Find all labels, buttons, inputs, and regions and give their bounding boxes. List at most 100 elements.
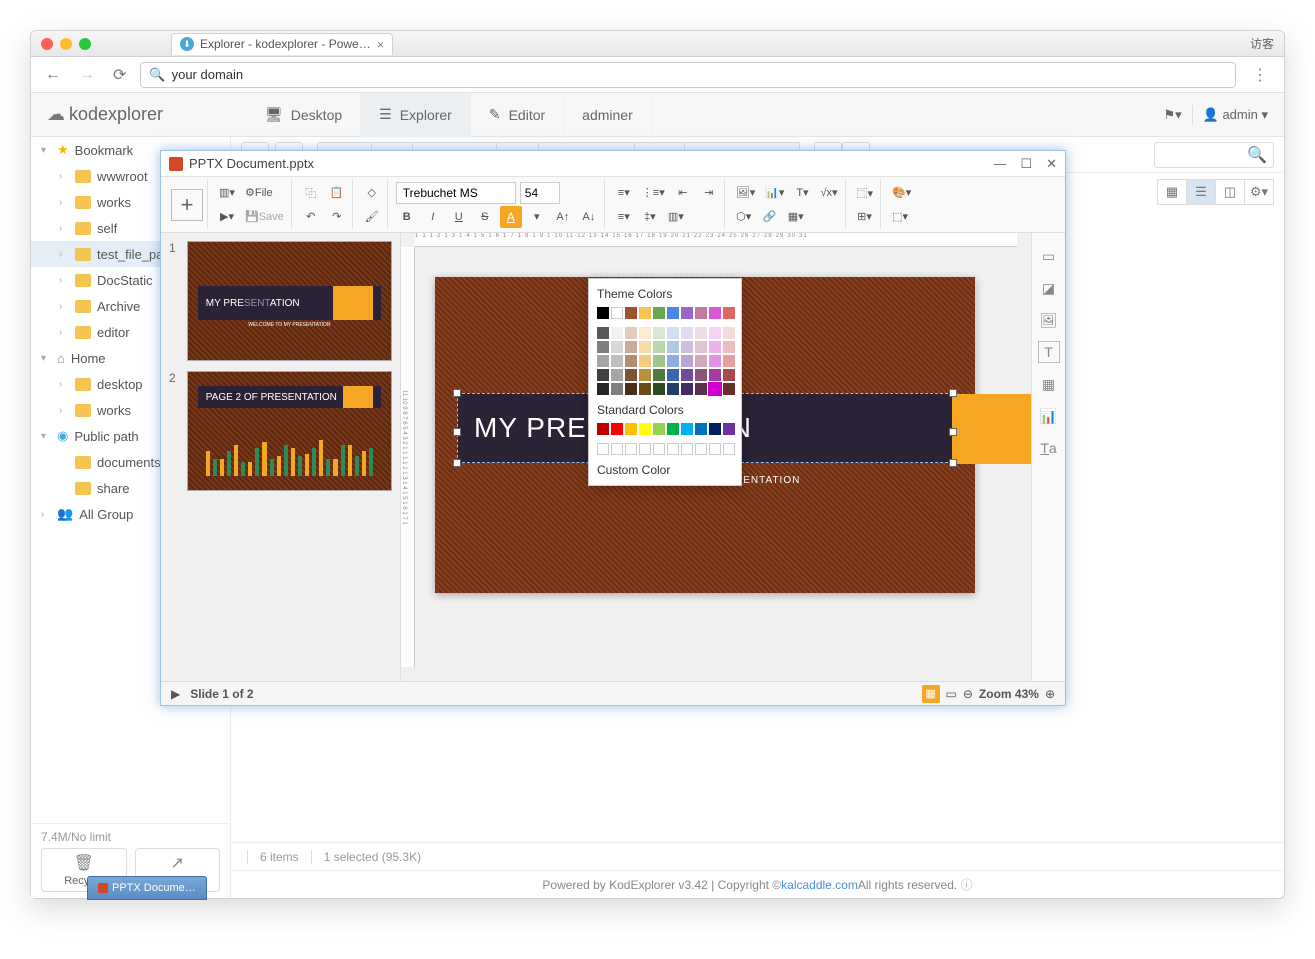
fit-width-icon[interactable]: ▭ [946, 687, 957, 701]
clear-format-icon[interactable]: ◇ [361, 182, 383, 204]
color-swatch[interactable] [709, 327, 721, 339]
fit-slide-icon[interactable]: ▦ [922, 685, 940, 703]
italic-button[interactable]: I [422, 206, 444, 228]
color-swatch[interactable] [611, 341, 623, 353]
color-swatch[interactable] [639, 369, 651, 381]
forward-button[interactable]: → [75, 66, 99, 84]
color-swatch[interactable] [681, 341, 693, 353]
color-swatch[interactable] [695, 355, 707, 367]
url-input[interactable]: 🔍 your domain [140, 62, 1236, 88]
color-swatch[interactable] [611, 355, 623, 367]
strike-button[interactable]: S [474, 206, 496, 228]
minimize-window-icon[interactable] [60, 38, 72, 50]
color-swatch[interactable] [681, 383, 693, 395]
link-icon[interactable]: 🔗 [759, 206, 781, 228]
align-obj-icon[interactable]: ⊞▾ [854, 206, 876, 228]
color-swatch[interactable] [653, 307, 665, 319]
shape-settings-icon[interactable]: ◪ [1038, 277, 1060, 299]
add-slide-button[interactable]: + [171, 189, 203, 221]
color-swatch[interactable] [667, 369, 679, 381]
color-swatch[interactable] [667, 443, 679, 455]
slide-settings-icon[interactable]: ▭ [1038, 245, 1060, 267]
table-settings-icon[interactable]: ▦ [1038, 373, 1060, 395]
color-swatch[interactable] [653, 341, 665, 353]
redo-icon[interactable]: ↷ [326, 206, 348, 228]
color-swatch[interactable] [639, 383, 651, 395]
color-swatch[interactable] [639, 355, 651, 367]
columns-icon[interactable]: ▥▾ [665, 206, 687, 228]
line-spacing-icon[interactable]: ‡▾ [639, 206, 661, 228]
color-swatch[interactable] [681, 327, 693, 339]
color-swatch[interactable] [667, 307, 679, 319]
color-swatch[interactable] [625, 341, 637, 353]
text-settings-icon[interactable]: T [1038, 341, 1060, 363]
align-icon[interactable]: ≡▾ [613, 206, 635, 228]
color-swatch[interactable] [695, 327, 707, 339]
thumbnail-1[interactable]: 1 MY PRESENTATION WELCOME TO MY PRESENTA… [169, 241, 392, 361]
paste-icon[interactable]: 📋 [326, 182, 348, 204]
custom-color-button[interactable]: Custom Color [597, 463, 733, 477]
color-swatch[interactable] [639, 307, 651, 319]
color-swatch[interactable] [709, 369, 721, 381]
slide-size-icon[interactable]: ⬚▾ [889, 206, 911, 228]
indent-dec-icon[interactable]: ⇤ [672, 182, 694, 204]
play-icon[interactable]: ▶▾ [216, 206, 238, 228]
play-status-icon[interactable]: ▶ [171, 687, 180, 701]
color-swatch[interactable] [625, 355, 637, 367]
color-swatch[interactable] [695, 369, 707, 381]
color-swatch[interactable] [709, 383, 721, 395]
color-swatch[interactable] [611, 423, 623, 435]
color-swatch[interactable] [639, 327, 651, 339]
tab-desktop[interactable]: 🖥Desktop [247, 93, 361, 137]
indent-inc-icon[interactable]: ⇥ [698, 182, 720, 204]
color-swatch[interactable] [639, 443, 651, 455]
color-swatch[interactable] [723, 307, 735, 319]
color-swatch[interactable] [723, 341, 735, 353]
color-swatch[interactable] [667, 341, 679, 353]
minimize-icon[interactable]: — [993, 156, 1006, 172]
browser-tab[interactable]: ⬇ Explorer - kodexplorer - Powe… × [171, 33, 393, 55]
color-swatch[interactable] [681, 307, 693, 319]
info-icon[interactable]: ⓘ [961, 876, 973, 893]
color-swatch[interactable] [597, 307, 609, 319]
more-view-button[interactable]: ⚙▾ [1244, 179, 1274, 205]
tab-editor[interactable]: ✎Editor [471, 93, 564, 137]
chart-settings-icon[interactable]: 📊 [1038, 405, 1060, 427]
bullets-icon[interactable]: ≡▾ [613, 182, 635, 204]
color-swatch[interactable] [653, 327, 665, 339]
arrange-icon[interactable]: ⿹▾ [854, 182, 877, 204]
color-swatch[interactable] [611, 327, 623, 339]
color-swatch[interactable] [597, 443, 609, 455]
color-swatch[interactable] [625, 327, 637, 339]
close-window-icon[interactable] [41, 38, 53, 50]
text-icon[interactable]: T▾ [791, 182, 813, 204]
size-select[interactable]: 54 [520, 182, 560, 204]
color-swatch[interactable] [709, 341, 721, 353]
user-menu[interactable]: 👤 admin ▾ [1203, 107, 1268, 123]
color-swatch[interactable] [653, 443, 665, 455]
underline-button[interactable]: U [448, 206, 470, 228]
zoom-out-icon[interactable]: ⊖ [963, 687, 973, 701]
color-swatch[interactable] [723, 369, 735, 381]
color-swatch[interactable] [667, 423, 679, 435]
close-icon[interactable]: ✕ [1046, 156, 1057, 172]
color-swatch[interactable] [681, 369, 693, 381]
color-swatch[interactable] [611, 369, 623, 381]
color-swatch[interactable] [723, 383, 735, 395]
color-swatch[interactable] [639, 341, 651, 353]
shape-icon[interactable]: ⬡▾ [733, 206, 755, 228]
color-swatch[interactable] [709, 443, 721, 455]
color-swatch[interactable] [597, 327, 609, 339]
color-swatch[interactable] [709, 355, 721, 367]
undo-icon[interactable]: ↶ [300, 206, 322, 228]
color-swatch[interactable] [597, 423, 609, 435]
color-swatch[interactable] [625, 383, 637, 395]
flag-icon[interactable]: ⚑▾ [1163, 107, 1181, 123]
color-swatch[interactable] [709, 307, 721, 319]
font-grow-icon[interactable]: A↑ [552, 206, 574, 228]
maximize-icon[interactable]: ☐ [1020, 156, 1032, 172]
file-menu[interactable]: ⚙File [242, 182, 276, 204]
reload-button[interactable]: ⟳ [109, 65, 130, 85]
close-tab-icon[interactable]: × [377, 37, 385, 52]
color-swatch[interactable] [653, 369, 665, 381]
